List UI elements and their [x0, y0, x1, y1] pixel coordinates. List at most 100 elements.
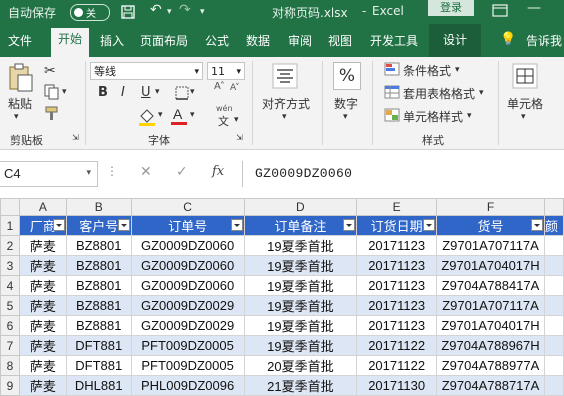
table-cell[interactable]: 19夏季首批 — [243, 335, 358, 356]
table-cell[interactable] — [543, 355, 564, 376]
table-cell[interactable]: BZ8801 — [65, 255, 132, 276]
clipboard-launcher-icon[interactable]: ⇲ — [72, 133, 79, 142]
row-header[interactable]: 7 — [0, 335, 20, 356]
font-name-dropdown-icon[interactable]: ▾ — [194, 63, 199, 81]
number-format-icon[interactable]: % — [333, 62, 361, 90]
table-cell[interactable]: 萨麦 — [18, 315, 67, 336]
borders-icon[interactable] — [174, 85, 190, 101]
font-launcher-icon[interactable]: ⇲ — [236, 133, 243, 142]
font-size-dropdown-icon[interactable]: ▾ — [236, 63, 241, 81]
paste-dropdown-icon[interactable]: ▾ — [14, 112, 19, 122]
name-box-dropdown-icon[interactable]: ▾ — [86, 168, 91, 178]
table-cell[interactable]: BZ8801 — [65, 235, 132, 256]
ribbon-display-icon[interactable] — [492, 4, 508, 18]
row-header[interactable]: 6 — [0, 315, 20, 336]
format-as-table-button[interactable]: 套用表格格式 — [403, 85, 475, 102]
table-cell[interactable]: PFT009DZ0005 — [130, 335, 245, 356]
table-cell[interactable] — [543, 275, 564, 296]
cells-icon[interactable] — [512, 63, 538, 89]
cancel-icon[interactable]: ✕ — [140, 164, 152, 180]
tab-file[interactable]: 文件 — [8, 32, 32, 49]
format-as-table-icon[interactable] — [384, 85, 400, 99]
table-cell[interactable]: 20171123 — [356, 235, 438, 256]
row-header[interactable]: 5 — [0, 295, 20, 316]
tab-data[interactable]: 数据 — [246, 32, 270, 49]
tab-home[interactable]: 开始 — [51, 28, 90, 57]
row-header[interactable]: 3 — [0, 255, 20, 276]
copy-dropdown-icon[interactable]: ▾ — [62, 87, 67, 97]
worksheet-grid[interactable]: A B C D E F 1 厂商 客户号 订单号 订单备注 订货日期 货号 颜 … — [0, 198, 564, 396]
filter-dropdown-icon[interactable] — [343, 219, 356, 231]
table-cell[interactable]: Z9704A788417A — [436, 275, 545, 296]
fill-color-dropdown-icon[interactable]: ▾ — [158, 110, 163, 120]
table-cell[interactable]: BZ8881 — [65, 315, 132, 336]
phonetic-guide-icon[interactable]: wén — [216, 104, 233, 113]
table-cell[interactable]: GZ0009DZ0029 — [130, 295, 245, 316]
alignment-button[interactable]: 对齐方式 — [262, 95, 310, 112]
conditional-format-icon[interactable] — [384, 62, 400, 76]
row-header[interactable]: 8 — [0, 355, 20, 376]
row-header[interactable]: 4 — [0, 275, 20, 296]
name-box[interactable]: C4 ▾ — [0, 161, 98, 187]
table-cell[interactable] — [543, 235, 564, 256]
tab-insert[interactable]: 插入 — [100, 32, 124, 49]
table-cell[interactable]: PFT009DZ0005 — [130, 355, 245, 376]
table-cell[interactable]: 19夏季首批 — [243, 315, 358, 336]
header-cell-order-note[interactable]: 订单备注 — [243, 215, 358, 236]
table-cell[interactable]: Z9701A704017H — [436, 255, 545, 276]
column-header-g[interactable] — [543, 198, 564, 216]
table-cell[interactable]: 萨麦 — [18, 335, 67, 356]
header-cell-color[interactable]: 颜 — [543, 215, 564, 236]
table-cell[interactable]: 20夏季首批 — [243, 355, 358, 376]
underline-button[interactable]: U — [141, 85, 151, 100]
cell-styles-dropdown-icon[interactable]: ▾ — [467, 111, 472, 121]
bold-button[interactable]: B — [98, 85, 108, 100]
borders-dropdown-icon[interactable]: ▾ — [190, 87, 195, 97]
format-painter-icon[interactable] — [44, 105, 60, 121]
redo-icon[interactable]: ↷ — [179, 2, 191, 18]
insert-function-icon[interactable]: fx — [212, 164, 224, 179]
table-cell[interactable]: 20171122 — [356, 355, 438, 376]
number-dropdown-icon[interactable]: ▾ — [343, 112, 348, 122]
filter-dropdown-icon[interactable] — [230, 219, 243, 231]
underline-dropdown-icon[interactable]: ▾ — [155, 87, 160, 97]
conditional-format-button[interactable]: 条件格式 — [403, 62, 451, 79]
cell-styles-button[interactable]: 单元格样式 — [403, 108, 463, 125]
table-cell[interactable] — [543, 375, 564, 396]
table-cell[interactable]: 20171123 — [356, 315, 438, 336]
undo-dropdown-icon[interactable]: ▾ — [167, 7, 172, 17]
table-cell[interactable]: 20171122 — [356, 335, 438, 356]
header-cell-order-date[interactable]: 订货日期 — [356, 215, 438, 236]
cell-styles-icon[interactable] — [384, 108, 400, 122]
row-header[interactable]: 1 — [0, 215, 20, 236]
table-cell[interactable] — [543, 335, 564, 356]
alignment-icon[interactable] — [272, 63, 298, 89]
table-cell[interactable]: Z9704A788967H — [436, 335, 545, 356]
table-cell[interactable]: 萨麦 — [18, 235, 67, 256]
customize-qat-icon[interactable]: ▾ — [200, 7, 205, 17]
table-cell[interactable]: 19夏季首批 — [243, 275, 358, 296]
cells-dropdown-icon[interactable]: ▾ — [521, 112, 526, 122]
column-header-a[interactable]: A — [18, 198, 67, 216]
header-cell-order-no[interactable]: 订单号 — [130, 215, 245, 236]
table-cell[interactable]: 萨麦 — [18, 355, 67, 376]
row-header[interactable]: 9 — [0, 375, 20, 396]
formula-input[interactable]: GZ0009DZ0060 — [242, 161, 564, 187]
tab-developer[interactable]: 开发工具 — [370, 32, 418, 49]
table-cell[interactable]: PHL009DZ0096 — [130, 375, 245, 396]
font-color-dropdown-icon[interactable]: ▾ — [190, 110, 195, 120]
table-cell[interactable]: 萨麦 — [18, 295, 67, 316]
tell-me-search[interactable]: 告诉我 — [526, 32, 562, 49]
column-header-c[interactable]: C — [130, 198, 245, 216]
table-cell[interactable]: GZ0009DZ0029 — [130, 315, 245, 336]
table-cell[interactable]: Z9704A788717A — [436, 375, 545, 396]
filter-dropdown-icon[interactable] — [52, 219, 65, 231]
copy-icon[interactable] — [44, 84, 60, 100]
cut-icon[interactable]: ✂ — [44, 63, 56, 79]
header-cell-vendor[interactable]: 厂商 — [18, 215, 67, 236]
table-cell[interactable]: DFT881 — [65, 355, 132, 376]
header-cell-customer[interactable]: 客户号 — [65, 215, 132, 236]
filter-dropdown-icon[interactable] — [117, 219, 130, 231]
table-cell[interactable]: 20171123 — [356, 295, 438, 316]
filter-dropdown-icon[interactable] — [530, 219, 543, 231]
